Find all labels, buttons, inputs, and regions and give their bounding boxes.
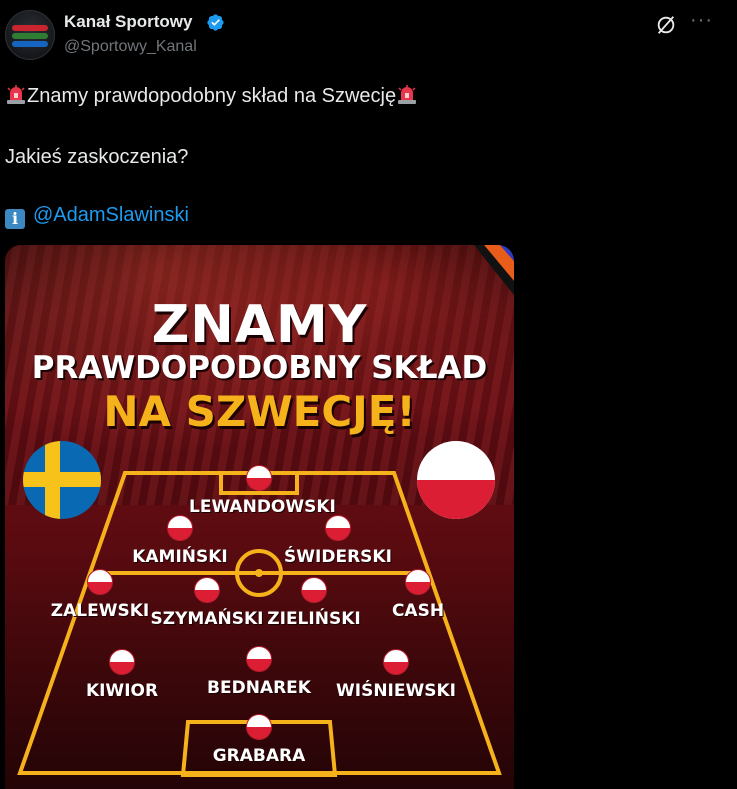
author-handle[interactable]: @Sportowy_Kanal <box>64 38 197 56</box>
player-wisniewski: WIŚNIEWSKI <box>326 649 466 701</box>
poland-flag <box>417 441 495 519</box>
player-name: LEWANDOWSKI <box>189 497 336 517</box>
sweden-flag <box>23 441 101 519</box>
player-name: GRABARA <box>212 746 306 766</box>
player-name: CASH <box>391 601 445 621</box>
poland-ball-icon <box>325 515 351 541</box>
grok-icon[interactable] <box>655 14 677 36</box>
police-car-light-icon <box>398 85 417 104</box>
avatar-stripe <box>12 25 48 31</box>
player-grabara: GRABARA <box>189 714 329 766</box>
information-icon: i <box>5 209 25 229</box>
police-car-light-icon <box>7 85 25 104</box>
player-bednarek: BEDNAREK <box>189 646 329 698</box>
more-icon[interactable]: ··· <box>690 10 712 32</box>
author-name[interactable]: Kanał Sportowy <box>64 12 192 32</box>
poland-ball-icon <box>383 649 409 675</box>
player-name: KAMIŃSKI <box>132 547 228 567</box>
tweet-line-2: Jakieś zaskoczenia? <box>5 146 189 168</box>
tweet-image[interactable]: ZNAMY PRAWDOPODOBNY SKŁAD NA SZWECJĘ! LE… <box>5 245 514 789</box>
poland-ball-icon <box>194 577 220 603</box>
player-kaminski: KAMIŃSKI <box>110 515 250 567</box>
avatar[interactable] <box>5 10 55 60</box>
avatar-stripe <box>12 41 48 47</box>
player-lewandowski: LEWANDOWSKI <box>189 465 336 517</box>
player-swiderski: ŚWIDERSKI <box>268 515 408 567</box>
tweet-headline: Znamy prawdopodobny skład na Szwecję <box>27 85 397 107</box>
player-name: WIŚNIEWSKI <box>336 681 456 701</box>
poland-ball-icon <box>167 515 193 541</box>
poland-ball-icon <box>246 714 272 740</box>
player-cash: CASH <box>348 569 488 621</box>
poland-ball-icon <box>246 646 272 672</box>
poland-ball-icon <box>246 465 272 491</box>
avatar-stripe <box>12 33 48 39</box>
poland-ball-icon <box>109 649 135 675</box>
tweet-line-1: Znamy prawdopodobny skład na Szwecję <box>5 84 418 108</box>
poland-ball-icon <box>301 577 327 603</box>
player-name: ŚWIDERSKI <box>284 547 392 567</box>
player-kiwior: KIWIOR <box>52 649 192 701</box>
player-name: BEDNAREK <box>207 678 311 698</box>
poland-ball-icon <box>405 569 431 595</box>
verified-badge-icon <box>207 14 224 31</box>
mention-link[interactable]: @AdamSlawinski <box>33 204 189 226</box>
tweet-line-3: i @AdamSlawinski <box>5 204 189 229</box>
poland-ball-icon <box>87 569 113 595</box>
player-name: KIWIOR <box>85 681 159 701</box>
